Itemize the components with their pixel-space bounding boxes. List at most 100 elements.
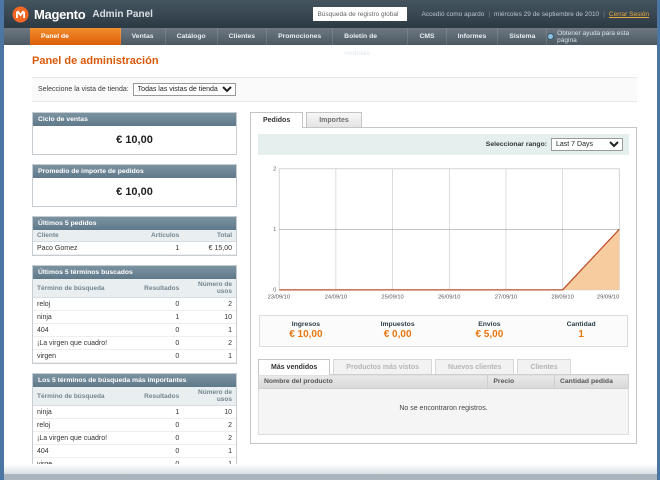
average-orders-title: Promedio de importe de pedidos bbox=[33, 165, 236, 178]
svg-text:0: 0 bbox=[273, 288, 276, 294]
dashboard-left-column: Ciclo de ventas € 10,00 Promedio de impo… bbox=[32, 112, 237, 480]
logo-text: Magento bbox=[34, 6, 86, 22]
average-orders-box: Promedio de importe de pedidos € 10,00 bbox=[32, 164, 237, 207]
login-info: Accedió como apardo | miércoles 29 de se… bbox=[421, 10, 649, 18]
store-view-select[interactable]: Todas las vistas de tienda bbox=[132, 83, 236, 96]
nav-item[interactable]: Clientes bbox=[218, 28, 268, 45]
footer-bar bbox=[4, 474, 657, 480]
last-search-terms-title: Últimos 5 términos buscados bbox=[33, 266, 236, 279]
table-row: ninja 1 10 bbox=[33, 310, 236, 324]
table-row: 404 0 1 bbox=[33, 323, 236, 337]
column-header: Número de usos bbox=[183, 387, 236, 406]
stat-label: Envíos bbox=[478, 321, 501, 329]
stat-value: € 10,00 bbox=[289, 329, 323, 341]
svg-text:28/09/10: 28/09/10 bbox=[551, 294, 573, 300]
tab[interactable]: Clientes bbox=[517, 359, 571, 375]
column-header: Total bbox=[183, 230, 236, 242]
products-table: Nombre del producto Precio Cantidad pedida bbox=[257, 374, 630, 390]
stat-envíos: Envíos € 5,00 bbox=[444, 321, 536, 340]
nav-item[interactable]: Panel de administración bbox=[30, 28, 121, 57]
main-nav: Panel de administración Ventas Catálogo Cli… bbox=[4, 28, 657, 57]
table-row: ¡La virgen que cuadro! 0 2 bbox=[33, 431, 236, 445]
svg-text:25/09/10: 25/09/10 bbox=[381, 294, 403, 300]
tab[interactable]: Productos más vistos bbox=[333, 359, 433, 375]
table-row: Paco Gomez 1 € 15,00 bbox=[33, 241, 236, 255]
help-label: Obtener ayuda para esta página bbox=[557, 29, 630, 44]
range-select[interactable]: Last 7 Days bbox=[551, 138, 623, 151]
column-header: Cliente bbox=[33, 230, 135, 242]
stat-ingresos: Ingresos € 10,00 bbox=[260, 321, 352, 340]
current-date: miércoles 29 de septiembre de 2010 bbox=[494, 10, 600, 18]
svg-text:2: 2 bbox=[273, 167, 276, 173]
top-search-terms-box: Los 5 términos de búsqueda más important… bbox=[32, 373, 237, 472]
nav-items: Panel de administración Ventas Catálogo Cli… bbox=[30, 28, 548, 57]
svg-text:29/09/10: 29/09/10 bbox=[597, 294, 619, 300]
nav-item[interactable]: Sistema bbox=[498, 28, 548, 45]
last-search-terms-table: Término de búsqueda Resultados Número de u… bbox=[33, 279, 236, 363]
top-bar: Magento Admin Panel Accedió como apardo … bbox=[4, 0, 657, 28]
logo-subtitle: Admin Panel bbox=[92, 8, 153, 20]
stat-impuestos: Impuestos € 0,00 bbox=[352, 321, 444, 340]
tab[interactable]: Pedidos bbox=[250, 112, 304, 128]
table-row: ninja 1 10 bbox=[33, 405, 236, 419]
nav-item[interactable]: Boletín de noticias bbox=[333, 28, 409, 57]
column-header: Precio bbox=[487, 374, 555, 390]
bottom-tabs: Más vendidos Productos más vistos Nuevos c… bbox=[258, 359, 629, 376]
nav-item[interactable]: Informes bbox=[447, 28, 499, 45]
svg-text:23/09/10: 23/09/10 bbox=[268, 294, 290, 300]
table-row: reloj 0 2 bbox=[33, 418, 236, 432]
lifetime-sales-value: € 10,00 bbox=[116, 134, 153, 146]
column-header: Número de usos bbox=[183, 279, 236, 298]
stat-label: Impuestos bbox=[380, 321, 415, 329]
main-tabs: Pedidos Importes bbox=[250, 112, 637, 128]
dashboard-right-column: Pedidos Importes Seleccionar rango: Last … bbox=[250, 112, 637, 480]
column-header: Artículos bbox=[134, 230, 184, 242]
stat-label: Ingresos bbox=[291, 321, 321, 329]
column-header: Término de búsqueda bbox=[33, 279, 135, 298]
column-header: Resultados bbox=[134, 279, 184, 298]
logged-in-as: Accedió como apardo bbox=[421, 10, 485, 18]
lifetime-sales-title: Ciclo de ventas bbox=[33, 113, 236, 126]
stats-row: Ingresos € 10,00 Impuestos € 0,00 Envíos € 5,… bbox=[259, 315, 628, 348]
page-help-link[interactable]: Obtener ayuda para esta página bbox=[547, 28, 657, 45]
magento-logo-icon bbox=[12, 6, 29, 22]
last-orders-box: Últimos 5 pedidos Cliente Artículos Total … bbox=[32, 216, 237, 256]
page-title: Panel de administración bbox=[32, 55, 159, 67]
nav-item[interactable]: Catálogo bbox=[166, 28, 218, 45]
stat-label: Cantidad bbox=[566, 321, 596, 329]
column-header: Cantidad pedida bbox=[553, 374, 630, 390]
tab[interactable]: Más vendidos bbox=[258, 359, 331, 376]
lifetime-sales-box: Ciclo de ventas € 10,00 bbox=[32, 112, 237, 155]
nav-item[interactable]: Ventas bbox=[121, 28, 166, 45]
store-view-switcher: Seleccione la vista de tienda: Todas las… bbox=[32, 77, 637, 102]
stat-value: 1 bbox=[578, 329, 584, 341]
average-orders-value: € 10,00 bbox=[116, 186, 153, 198]
logout-link[interactable]: Cerrar Sesión bbox=[609, 11, 649, 18]
nav-item[interactable]: CMS bbox=[408, 28, 447, 45]
svg-text:26/09/10: 26/09/10 bbox=[438, 294, 460, 300]
column-header: Nombre del producto bbox=[257, 374, 489, 390]
column-header: Término de búsqueda bbox=[33, 387, 135, 406]
top-search-terms-title: Los 5 términos de búsqueda más important… bbox=[33, 374, 236, 387]
svg-text:24/09/10: 24/09/10 bbox=[325, 294, 347, 300]
tab[interactable]: Nuevos clientes bbox=[435, 359, 515, 375]
stat-value: € 0,00 bbox=[383, 329, 412, 341]
orders-panel: Seleccionar rango: Last 7 Days 0 1 2 23/09/… bbox=[250, 127, 637, 445]
table-row: 404 0 1 bbox=[33, 444, 236, 458]
magento-logo: Magento Admin Panel bbox=[12, 6, 153, 23]
table-row: reloj 0 2 bbox=[33, 297, 236, 311]
range-label: Seleccionar rango: bbox=[485, 141, 547, 148]
column-header: Resultados bbox=[134, 387, 184, 406]
svg-text:27/09/10: 27/09/10 bbox=[495, 294, 517, 300]
store-switcher-label: Seleccione la vista de tienda: bbox=[38, 86, 129, 93]
global-search-input[interactable] bbox=[313, 7, 408, 21]
orders-chart: 0 1 2 23/09/10 24/09/10 25/09/10 26/09/10 27/09… bbox=[258, 155, 629, 311]
stat-cantidad: Cantidad 1 bbox=[535, 321, 627, 340]
table-row: ¡La virgen que cuadro! 0 2 bbox=[33, 336, 236, 350]
last-search-terms-box: Últimos 5 términos buscados Término de b… bbox=[32, 265, 237, 364]
nav-item[interactable]: Promociones bbox=[267, 28, 334, 45]
magento-admin-window: Magento Admin Panel Accedió como apardo … bbox=[0, 0, 660, 480]
tab[interactable]: Importes bbox=[306, 112, 362, 127]
footer bbox=[4, 464, 657, 480]
orders-area-chart: 0 1 2 23/09/10 24/09/10 25/09/10 26/09/10 27/09… bbox=[268, 167, 620, 300]
